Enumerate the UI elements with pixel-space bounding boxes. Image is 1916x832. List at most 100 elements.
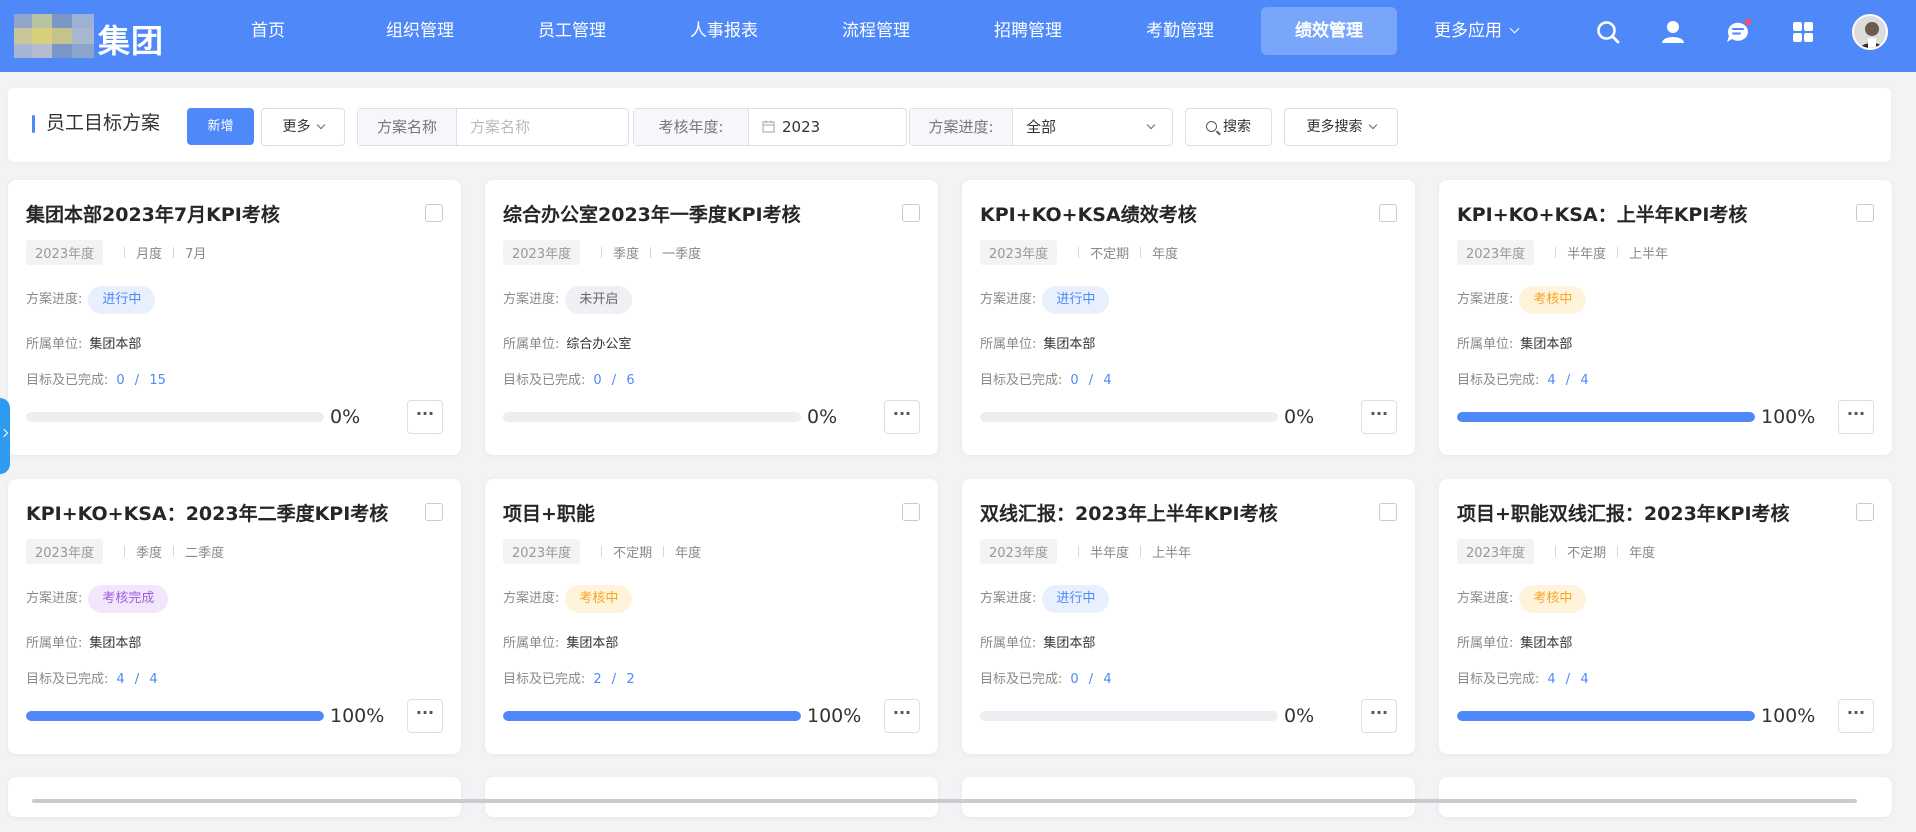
year-picker[interactable]: 2023 — [749, 109, 906, 145]
plan-card[interactable]: 双线汇报：2023年上半年KPI考核 2023年度 半年度 上半年 方案进度: 进行中 所属… — [962, 479, 1415, 754]
unit-label: 所属单位: — [26, 337, 83, 352]
card-more-button[interactable]: ··· — [407, 400, 443, 434]
unit-value: 集团本部 — [89, 337, 142, 352]
card-title[interactable]: 集团本部2023年7月KPI考核 — [26, 200, 280, 227]
progress-percent: 100% — [1761, 406, 1816, 428]
goals-label: 目标及已完成: — [503, 672, 586, 687]
card-title[interactable]: 双线汇报：2023年上半年KPI考核 — [980, 499, 1278, 526]
side-collapse-handle[interactable] — [0, 398, 10, 474]
card-more-button[interactable]: ··· — [884, 400, 920, 434]
goals-ratio: 4 / 4 — [1547, 373, 1589, 388]
status-row: 方案进度: 进行中 — [980, 286, 1110, 314]
plan-card[interactable]: 综合办公室2023年一季度KPI考核 2023年度 季度 一季度 方案进度: 未开启 所属单… — [485, 180, 938, 455]
unit-label: 所属单位: — [980, 636, 1037, 651]
year-tag: 2023年度 — [980, 538, 1058, 564]
unit-row: 所属单位: 综合办公室 — [503, 333, 631, 352]
period-tag: 年度 — [675, 545, 702, 561]
status-row: 方案进度: 考核完成 — [26, 585, 169, 613]
card-more-button[interactable]: ··· — [407, 699, 443, 733]
card-select-checkbox[interactable] — [1856, 503, 1874, 521]
goals-row: 目标及已完成: 4 / 4 — [26, 668, 158, 687]
unit-value: 集团本部 — [89, 636, 142, 651]
card-title[interactable]: KPI+KO+KSA绩效考核 — [980, 200, 1197, 227]
progress-select[interactable]: 全部 — [1013, 109, 1172, 145]
nav-more-apps[interactable]: 更多应用 — [1408, 7, 1544, 55]
nav-item[interactable]: 员工管理 — [504, 7, 640, 55]
message-icon[interactable] — [1724, 18, 1752, 46]
search-icon[interactable] — [1594, 18, 1622, 46]
card-more-button[interactable]: ··· — [1361, 699, 1397, 733]
horizontal-scrollbar[interactable] — [32, 799, 1857, 803]
card-title[interactable]: 综合办公室2023年一季度KPI考核 — [503, 200, 801, 227]
card-more-button[interactable]: ··· — [1838, 400, 1874, 434]
progress-fill — [1457, 412, 1755, 422]
plan-card[interactable]: 项目+职能 2023年度 不定期 年度 方案进度: 考核中 所属单位: 集团本部 目标及已完成:… — [485, 479, 938, 754]
goals-row: 目标及已完成: 0 / 4 — [980, 369, 1112, 388]
card-more-button[interactable]: ··· — [884, 699, 920, 733]
logo-mosaic-image — [14, 14, 100, 58]
advanced-search-label: 更多搜索 — [1306, 119, 1363, 135]
plan-name-input[interactable]: 方案名称 — [457, 109, 628, 145]
nav-item[interactable]: 人事报表 — [656, 7, 792, 55]
card-select-checkbox[interactable] — [902, 503, 920, 521]
company-logo[interactable]: 集团 — [10, 12, 170, 60]
card-tags: 2023年度 半年度 上半年 — [1457, 239, 1668, 265]
calendar-icon — [762, 120, 775, 133]
status-label: 方案进度: — [1457, 292, 1514, 307]
plan-card[interactable]: KPI+KO+KSA绩效考核 2023年度 不定期 年度 方案进度: 进行中 所属单位: 集团… — [962, 180, 1415, 455]
period-tag: 一季度 — [662, 246, 702, 262]
plan-card[interactable]: 集团本部2023年7月KPI考核 2023年度 月度 7月 方案进度: 进行中 所属单位: 集… — [8, 180, 461, 455]
search-icon — [1206, 121, 1217, 132]
card-title[interactable]: 项目+职能双线汇报：2023年KPI考核 — [1457, 499, 1790, 526]
user-icon[interactable] — [1659, 18, 1687, 46]
goals-total: 4 — [1580, 373, 1589, 388]
card-select-checkbox[interactable] — [1856, 204, 1874, 222]
goals-row: 目标及已完成: 4 / 4 — [1457, 369, 1589, 388]
card-more-button[interactable]: ··· — [1838, 699, 1874, 733]
plan-card-partial — [8, 777, 461, 817]
nav-item[interactable]: 考勤管理 — [1112, 7, 1248, 55]
card-select-checkbox[interactable] — [902, 204, 920, 222]
card-title[interactable]: KPI+KO+KSA：2023年二季度KPI考核 — [26, 499, 388, 526]
card-select-checkbox[interactable] — [425, 503, 443, 521]
card-title[interactable]: KPI+KO+KSA：上半年KPI考核 — [1457, 200, 1747, 227]
period-type-tag: 季度 — [613, 246, 640, 262]
card-title[interactable]: 项目+职能 — [503, 499, 595, 526]
status-label: 方案进度: — [503, 591, 560, 606]
plan-card[interactable]: 项目+职能双线汇报：2023年KPI考核 2023年度 不定期 年度 方案进度: 考核中所… — [1439, 479, 1892, 754]
year-filter-label: 考核年度: — [634, 109, 749, 145]
user-avatar[interactable] — [1852, 14, 1888, 50]
progress-bar — [1457, 711, 1755, 721]
more-dropdown-label: 更多 — [282, 119, 311, 135]
apps-grid-icon[interactable] — [1789, 18, 1817, 46]
card-select-checkbox[interactable] — [1379, 503, 1397, 521]
goals-ratio: 0 / 4 — [1070, 373, 1112, 388]
nav-item[interactable]: 招聘管理 — [960, 7, 1096, 55]
progress-percent: 0% — [807, 406, 838, 428]
progress-select-value: 全部 — [1026, 118, 1057, 136]
add-button[interactable]: 新增 — [187, 108, 254, 145]
nav-item[interactable]: 流程管理 — [808, 7, 944, 55]
plan-card[interactable]: KPI+KO+KSA：上半年KPI考核 2023年度 半年度 上半年 方案进度: 考核中所… — [1439, 180, 1892, 455]
status-label: 方案进度: — [26, 292, 83, 307]
plan-card[interactable]: KPI+KO+KSA：2023年二季度KPI考核 2023年度 季度 二季度 方案进度:… — [8, 479, 461, 754]
goals-label: 目标及已完成: — [26, 373, 109, 388]
more-dropdown-button[interactable]: 更多 — [261, 108, 345, 146]
card-tags: 2023年度 季度 一季度 — [503, 239, 702, 265]
card-select-checkbox[interactable] — [425, 204, 443, 222]
nav-item[interactable]: 绩效管理 — [1261, 7, 1397, 55]
tag-divider — [1617, 246, 1619, 258]
period-tag: 二季度 — [185, 545, 225, 561]
unit-value: 集团本部 — [1520, 636, 1573, 651]
chevron-down-icon — [1146, 120, 1156, 130]
card-select-checkbox[interactable] — [1379, 204, 1397, 222]
nav-item[interactable]: 首页 — [200, 7, 336, 55]
nav-item[interactable]: 组织管理 — [352, 7, 488, 55]
status-row: 方案进度: 进行中 — [26, 286, 156, 314]
chevron-down-icon — [1509, 23, 1520, 34]
search-button[interactable]: 搜索 — [1185, 108, 1272, 146]
goals-done: 4 — [1547, 672, 1556, 687]
tag-divider — [1078, 246, 1080, 258]
advanced-search-button[interactable]: 更多搜索 — [1284, 108, 1398, 146]
card-more-button[interactable]: ··· — [1361, 400, 1397, 434]
